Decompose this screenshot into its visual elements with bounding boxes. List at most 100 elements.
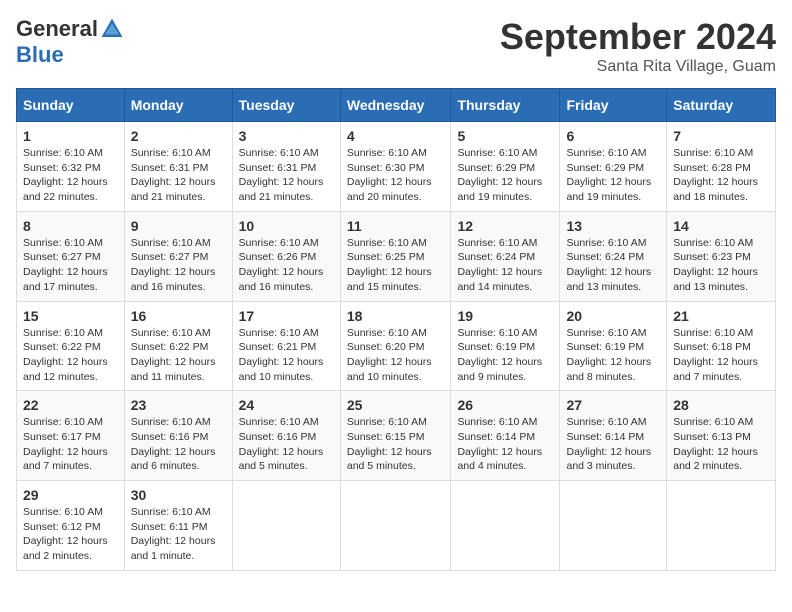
title-area: September 2024 Santa Rita Village, Guam — [500, 16, 776, 76]
sunset: Sunset: 6:29 PM — [457, 162, 535, 174]
header-monday: Monday — [124, 89, 232, 122]
day-info: Sunrise: 6:10 AMSunset: 6:18 PMDaylight:… — [673, 326, 769, 385]
daylight: Daylight: 12 hours and 10 minutes. — [347, 356, 432, 383]
daylight: Daylight: 12 hours and 13 minutes. — [566, 266, 651, 293]
calendar-day-15: 15Sunrise: 6:10 AMSunset: 6:22 PMDayligh… — [17, 301, 125, 391]
day-info: Sunrise: 6:10 AMSunset: 6:14 PMDaylight:… — [457, 415, 553, 474]
sunset: Sunset: 6:26 PM — [239, 251, 317, 263]
sunrise: Sunrise: 6:10 AM — [347, 147, 427, 159]
day-info: Sunrise: 6:10 AMSunset: 6:19 PMDaylight:… — [457, 326, 553, 385]
sunrise: Sunrise: 6:10 AM — [23, 416, 103, 428]
calendar-day-2: 2Sunrise: 6:10 AMSunset: 6:31 PMDaylight… — [124, 122, 232, 212]
header-thursday: Thursday — [451, 89, 560, 122]
empty-cell-4-2 — [232, 481, 340, 571]
calendar-day-20: 20Sunrise: 6:10 AMSunset: 6:19 PMDayligh… — [560, 301, 667, 391]
day-info: Sunrise: 6:10 AMSunset: 6:30 PMDaylight:… — [347, 146, 445, 205]
sunrise: Sunrise: 6:10 AM — [131, 237, 211, 249]
calendar-day-14: 14Sunrise: 6:10 AMSunset: 6:23 PMDayligh… — [667, 211, 776, 301]
day-number: 7 — [673, 128, 769, 144]
day-info: Sunrise: 6:10 AM Sunset: 6:16 PM Daylight:… — [131, 415, 226, 474]
daylight: Daylight: 12 hours and 18 minutes. — [673, 176, 758, 203]
month-title: September 2024 — [500, 16, 776, 58]
empty-cell-4-5 — [560, 481, 667, 571]
day-info: Sunrise: 6:10 AMSunset: 6:24 PMDaylight:… — [457, 236, 553, 295]
sunset: Sunset: 6:21 PM — [239, 341, 317, 353]
daylight: Daylight: 12 hours and 2 minutes. — [673, 446, 758, 473]
sunset: Sunset: 6:16 PM — [131, 431, 209, 443]
sunrise: Sunrise: 6:10 AM — [23, 237, 103, 249]
daylight: Daylight: 12 hours and 17 minutes. — [23, 266, 108, 293]
day-info: Sunrise: 6:10 AMSunset: 6:13 PMDaylight:… — [673, 415, 769, 474]
sunrise: Sunrise: 6:10 AM — [457, 237, 537, 249]
sunrise: Sunrise: 6:10 AM — [131, 416, 211, 428]
day-info: Sunrise: 6:10 AM Sunset: 6:17 PM Daylight:… — [23, 415, 118, 474]
sunset: Sunset: 6:17 PM — [23, 431, 101, 443]
day-info: Sunrise: 6:10 AM Sunset: 6:22 PM Daylight:… — [131, 326, 226, 385]
sunset: Sunset: 6:22 PM — [131, 341, 209, 353]
day-info: Sunrise: 6:10 AMSunset: 6:27 PMDaylight:… — [131, 236, 226, 295]
day-number: 3 — [239, 128, 334, 144]
daylight: Daylight: 12 hours and 5 minutes. — [347, 446, 432, 473]
sunrise: Sunrise: 6:10 AM — [347, 327, 427, 339]
day-number: 10 — [239, 218, 334, 234]
sunrise: Sunrise: 6:10 AM — [566, 416, 646, 428]
daylight: Daylight: 12 hours and 7 minutes. — [23, 446, 108, 473]
day-number: 16 — [131, 308, 226, 324]
sunrise: Sunrise: 6:10 AM — [23, 506, 103, 518]
calendar-day-9: 9Sunrise: 6:10 AMSunset: 6:27 PMDaylight… — [124, 211, 232, 301]
daylight: Daylight: 12 hours and 11 minutes. — [131, 356, 216, 383]
day-number: 12 — [457, 218, 553, 234]
day-info: Sunrise: 6:10 AMSunset: 6:31 PMDaylight:… — [239, 146, 334, 205]
sunrise: Sunrise: 6:10 AM — [131, 327, 211, 339]
sunset: Sunset: 6:24 PM — [566, 251, 644, 263]
calendar-day-19: 19Sunrise: 6:10 AMSunset: 6:19 PMDayligh… — [451, 301, 560, 391]
day-info: Sunrise: 6:10 AMSunset: 6:12 PMDaylight:… — [23, 505, 118, 564]
day-number: 30 — [131, 487, 226, 503]
calendar-day-16: 16 Sunrise: 6:10 AM Sunset: 6:22 PM Dayligh… — [124, 301, 232, 391]
day-number: 23 — [131, 397, 226, 413]
sunrise: Sunrise: 6:10 AM — [457, 327, 537, 339]
calendar-week-3: 15Sunrise: 6:10 AMSunset: 6:22 PMDayligh… — [17, 301, 776, 391]
day-info: Sunrise: 6:10 AMSunset: 6:21 PMDaylight:… — [239, 326, 334, 385]
daylight: Daylight: 12 hours and 7 minutes. — [673, 356, 758, 383]
sunrise: Sunrise: 6:10 AM — [239, 237, 319, 249]
logo-general: General — [16, 16, 98, 42]
page-header: General Blue September 2024 Santa Rita V… — [16, 16, 776, 76]
sunrise: Sunrise: 6:10 AM — [131, 506, 211, 518]
daylight: Daylight: 12 hours and 2 minutes. — [23, 535, 108, 562]
header-wednesday: Wednesday — [340, 89, 451, 122]
sunset: Sunset: 6:19 PM — [457, 341, 535, 353]
sunset: Sunset: 6:27 PM — [131, 251, 209, 263]
sunset: Sunset: 6:19 PM — [566, 341, 644, 353]
day-number: 19 — [457, 308, 553, 324]
logo-blue: Blue — [16, 42, 64, 68]
calendar-day-13: 13 Sunrise: 6:10 AM Sunset: 6:24 PM Dayligh… — [560, 211, 667, 301]
sunset: Sunset: 6:15 PM — [347, 431, 425, 443]
daylight: Daylight: 12 hours and 6 minutes. — [131, 446, 216, 473]
day-number: 8 — [23, 218, 118, 234]
daylight: Daylight: 12 hours and 14 minutes. — [457, 266, 542, 293]
sunset: Sunset: 6:28 PM — [673, 162, 751, 174]
day-info: Sunrise: 6:10 AMSunset: 6:32 PMDaylight:… — [23, 146, 118, 205]
sunrise: Sunrise: 6:10 AM — [566, 237, 646, 249]
sunset: Sunset: 6:16 PM — [239, 431, 317, 443]
day-info: Sunrise: 6:10 AMSunset: 6:19 PMDaylight:… — [566, 326, 660, 385]
day-number: 13 — [566, 218, 660, 234]
sunrise: Sunrise: 6:10 AM — [673, 416, 753, 428]
sunset: Sunset: 6:14 PM — [566, 431, 644, 443]
day-info: Sunrise: 6:10 AMSunset: 6:28 PMDaylight:… — [673, 146, 769, 205]
day-info: Sunrise: 6:10 AM Sunset: 6:11 PM Daylight:… — [131, 505, 226, 564]
sunset: Sunset: 6:11 PM — [131, 521, 208, 533]
daylight: Daylight: 12 hours and 1 minute. — [131, 535, 216, 562]
day-info: Sunrise: 6:10 AMSunset: 6:25 PMDaylight:… — [347, 236, 445, 295]
sunset: Sunset: 6:27 PM — [23, 251, 101, 263]
day-number: 9 — [131, 218, 226, 234]
sunrise: Sunrise: 6:10 AM — [239, 327, 319, 339]
day-info: Sunrise: 6:10 AMSunset: 6:22 PMDaylight:… — [23, 326, 118, 385]
day-number: 29 — [23, 487, 118, 503]
day-info: Sunrise: 6:10 AMSunset: 6:20 PMDaylight:… — [347, 326, 445, 385]
daylight: Daylight: 12 hours and 22 minutes. — [23, 176, 108, 203]
sunrise: Sunrise: 6:10 AM — [131, 147, 211, 159]
calendar-day-17: 17Sunrise: 6:10 AMSunset: 6:21 PMDayligh… — [232, 301, 340, 391]
day-info: Sunrise: 6:10 AMSunset: 6:23 PMDaylight:… — [673, 236, 769, 295]
